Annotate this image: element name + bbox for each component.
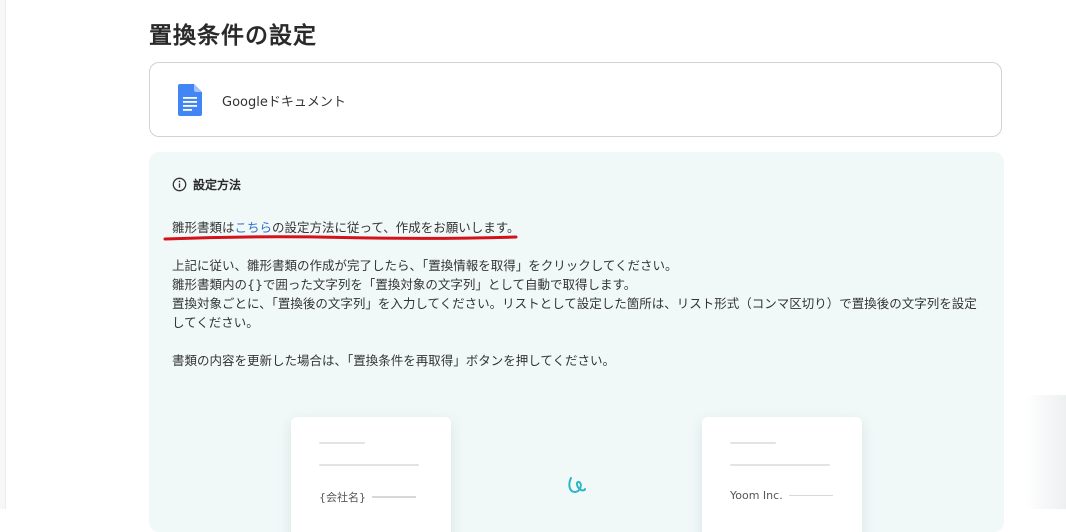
app-selector-card[interactable]: Googleドキュメント [149, 62, 1002, 137]
swirl-arrow-icon [568, 477, 586, 494]
doc-line [319, 464, 419, 466]
lead-prefix: 雛形書類は [172, 220, 235, 235]
red-highlight-underline [163, 235, 518, 241]
instruction-paragraph: 雛形書類内の{}で囲った文字列を「置換対象の文字列」として自動で取得します。 [172, 277, 637, 292]
app-name: Googleドキュメント [222, 95, 346, 110]
template-placeholder-label: {会社名} [319, 491, 366, 504]
result-value-label: Yoom Inc. [730, 489, 783, 502]
left-sidebar-edge [0, 0, 6, 509]
doc-line [730, 442, 776, 444]
lead-suffix: の設定方法に従って、作成をお願いします。 [272, 220, 520, 235]
setup-instructions-panel: 設定方法 雛形書類はこちらの設定方法に従って、作成をお願いします。 上記に従い、… [149, 152, 1004, 532]
instruction-paragraph: 上記に従い、雛形書類の作成が完了したら、「置換情報を取得」をクリックしてください… [172, 258, 678, 273]
info-title: 設定方法 [193, 178, 242, 192]
page-title: 置換条件の設定 [149, 23, 317, 49]
google-docs-icon [178, 84, 202, 116]
instructions-body: 上記に従い、雛形書類の作成が完了したら、「置換情報を取得」をクリックしてください… [172, 256, 987, 370]
result-document-illustration: Yoom Inc. [702, 417, 862, 532]
template-guide-link[interactable]: こちら [235, 220, 273, 235]
template-document-illustration: {会社名} [291, 417, 451, 532]
doc-line [730, 464, 830, 466]
info-header: 設定方法 [172, 176, 241, 193]
info-icon [172, 177, 187, 192]
doc-line [319, 442, 365, 444]
update-note: 書類の内容を更新した場合は、「置換条件を再取得」ボタンを押してください。 [172, 353, 616, 368]
doc-field: Yoom Inc. [730, 489, 833, 502]
scroll-shade [1026, 395, 1066, 509]
instruction-paragraph: 置換対象ごとに、「置換後の文字列」を入力してください。リストとして設定した箇所は… [172, 296, 977, 330]
doc-field: {会社名} [319, 489, 416, 505]
